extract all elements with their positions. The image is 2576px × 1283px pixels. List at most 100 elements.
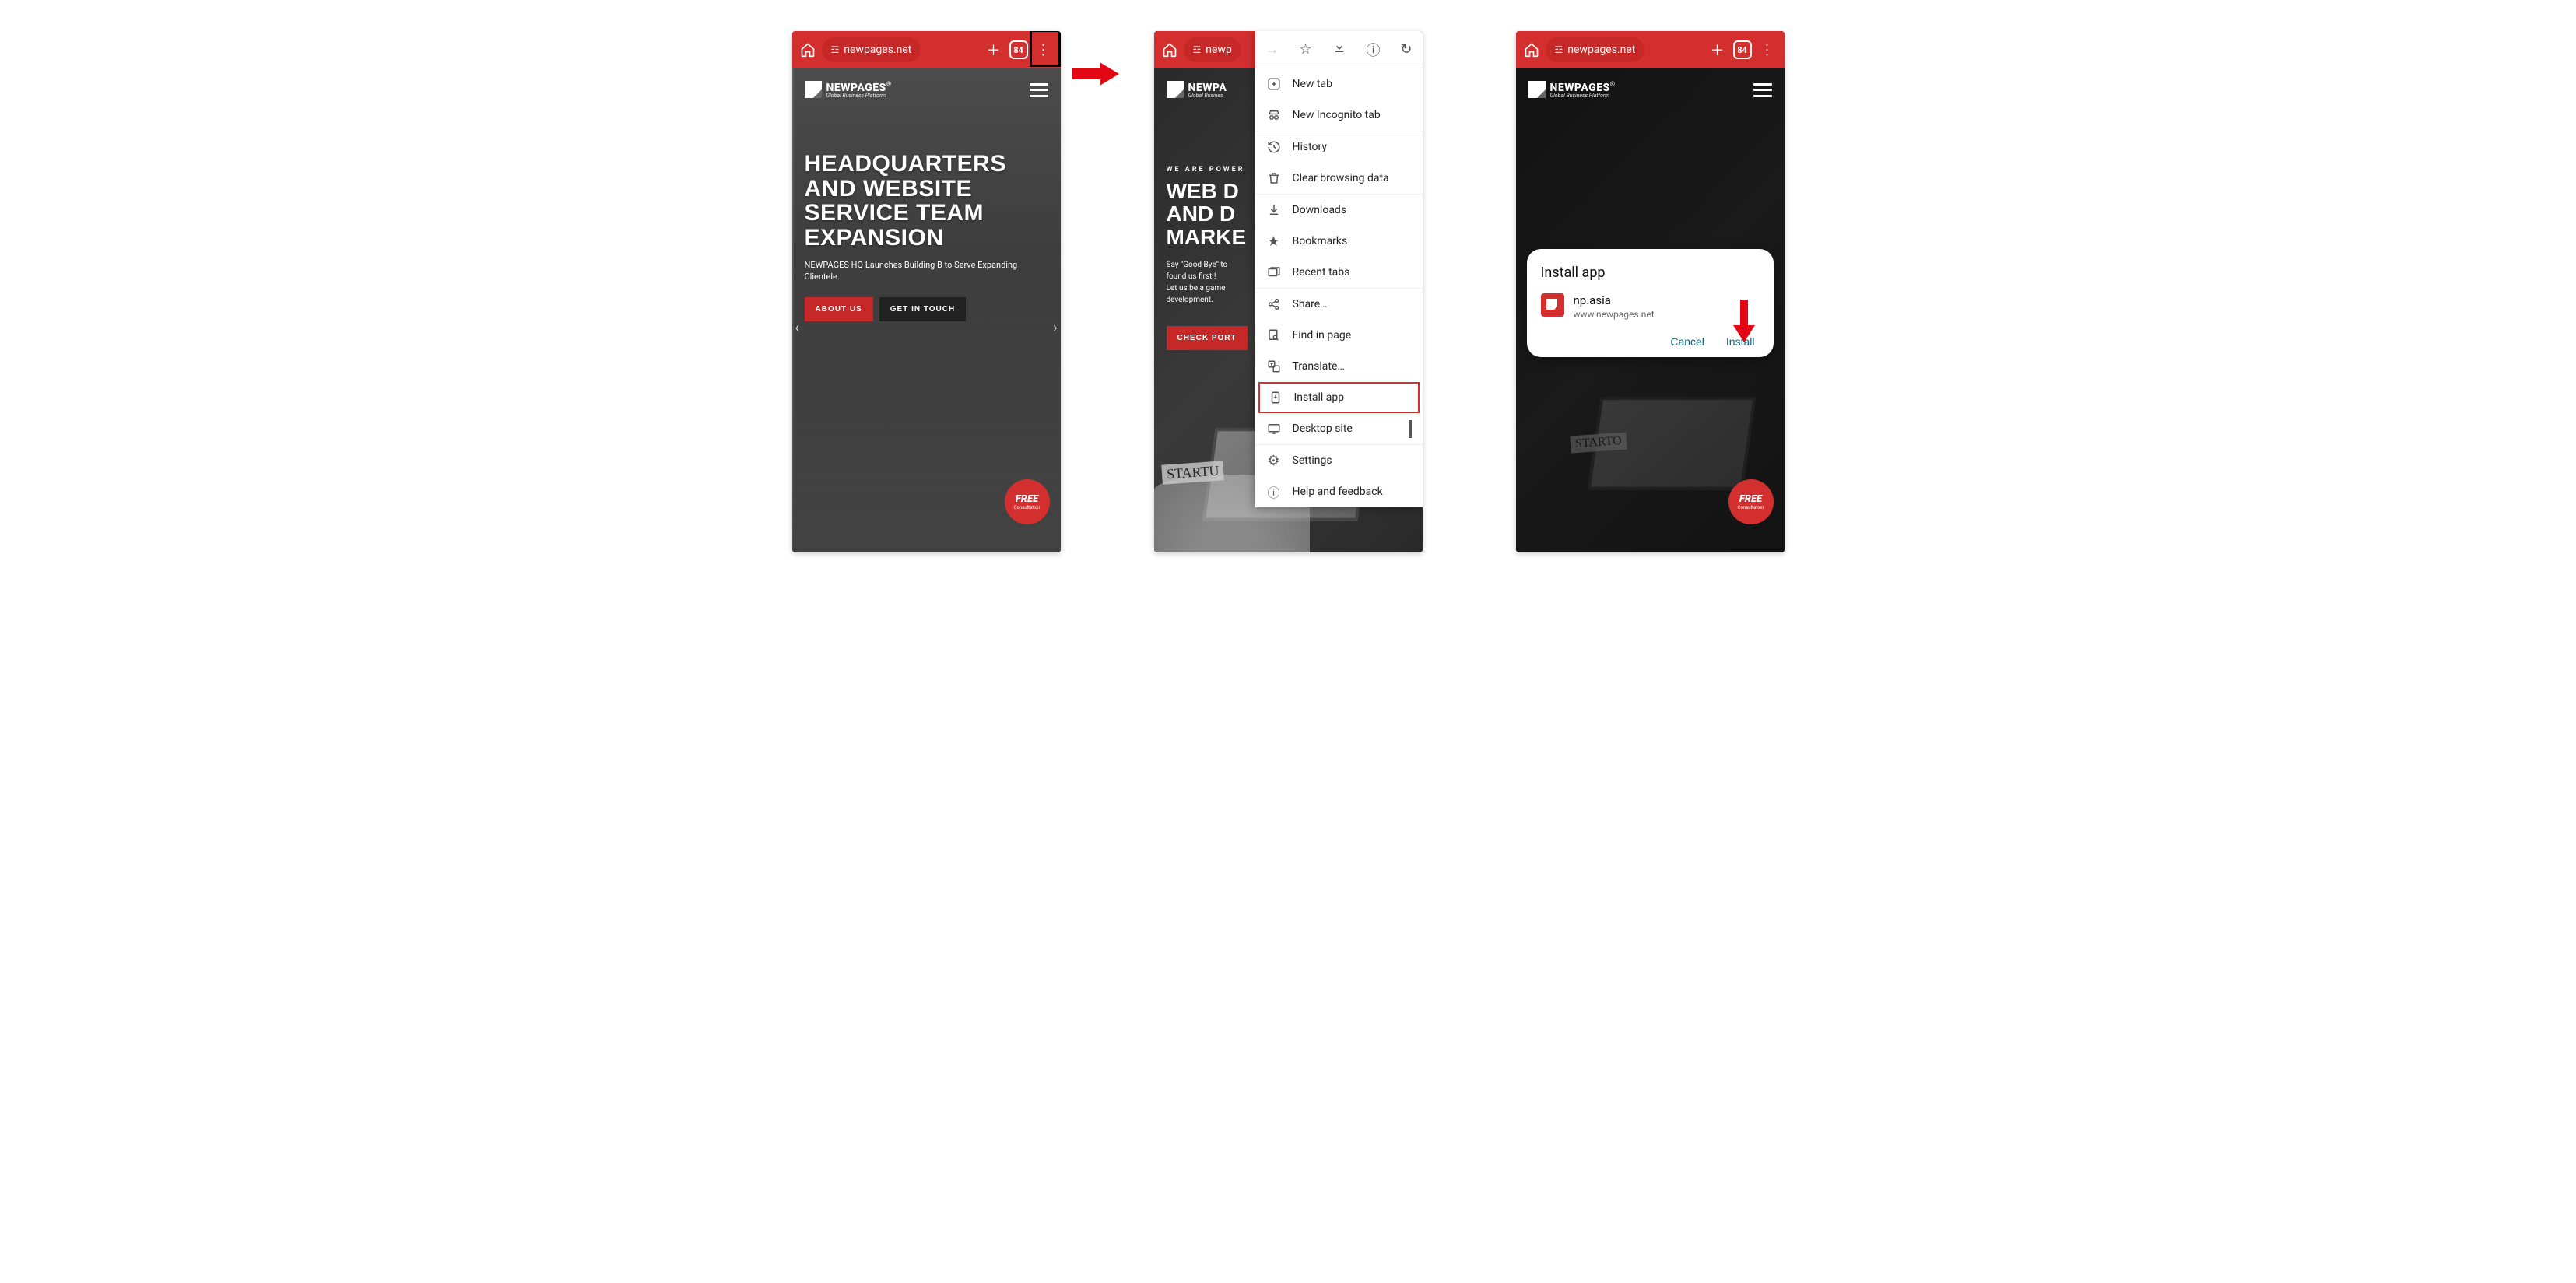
plus-square-icon bbox=[1266, 76, 1282, 92]
free-consultation-badge[interactable]: FREE Consultation bbox=[1005, 479, 1050, 524]
menu-item-help-and-feedback[interactable]: ⓘHelp and feedback bbox=[1255, 476, 1423, 507]
info-icon[interactable]: ⓘ bbox=[1366, 40, 1380, 60]
url-text: newpages.net bbox=[844, 44, 911, 56]
share-icon bbox=[1266, 296, 1282, 312]
menu-item-label: Settings bbox=[1293, 454, 1332, 467]
hero-subtitle: NEWPAGES HQ Launches Building B to Serve… bbox=[805, 259, 1048, 283]
menu-item-downloads[interactable]: Downloads bbox=[1255, 195, 1423, 226]
menu-item-desktop-site[interactable]: Desktop site bbox=[1255, 413, 1423, 445]
hero-title: HEADQUARTERS AND WEBSITE SERVICE TEAM EX… bbox=[805, 152, 1048, 250]
new-tab-icon[interactable]: ＋ bbox=[1707, 39, 1728, 61]
menu-item-find-in-page[interactable]: Find in page bbox=[1255, 320, 1423, 351]
download-page-icon[interactable] bbox=[1332, 40, 1346, 58]
home-icon[interactable] bbox=[1160, 40, 1179, 59]
logo-tagline: Global Busines bbox=[1188, 93, 1227, 99]
menu-item-label: Recent tabs bbox=[1293, 266, 1350, 279]
free-text: FREE bbox=[1016, 493, 1038, 505]
menu-item-clear-browsing-data[interactable]: Clear browsing data bbox=[1255, 163, 1423, 195]
desktop-site-checkbox[interactable] bbox=[1409, 422, 1412, 436]
instruction-arrow-icon bbox=[1072, 58, 1119, 89]
logo-mark-icon bbox=[1528, 81, 1546, 98]
home-icon[interactable] bbox=[798, 40, 817, 59]
carousel-next-icon[interactable]: › bbox=[1053, 320, 1057, 336]
menu-item-settings[interactable]: ⚙ Settings bbox=[1255, 445, 1423, 476]
carousel-prev-icon[interactable]: ‹ bbox=[795, 320, 799, 336]
url-bar[interactable]: ☲ newpages.net bbox=[1546, 37, 1645, 62]
menu-item-label: Clear browsing data bbox=[1293, 172, 1389, 184]
hamburger-menu-icon[interactable] bbox=[1030, 83, 1048, 97]
site-settings-icon: ☲ bbox=[831, 44, 840, 55]
translate-icon bbox=[1266, 359, 1282, 374]
url-bar[interactable]: ☲ newpages.net bbox=[822, 37, 921, 62]
menu-top-actions: → ☆ ⓘ ↻ bbox=[1255, 31, 1423, 68]
phone-frame: ☲ newpages.net ＋ 84 ⋮ NEWPAGES® Global B… bbox=[792, 31, 1061, 552]
site-logo[interactable]: NEWPAGES® Global Business Platform bbox=[805, 81, 892, 99]
home-icon[interactable] bbox=[1522, 40, 1541, 59]
overflow-menu-icon[interactable]: ⋮ bbox=[1757, 39, 1778, 61]
app-url: www.newpages.net bbox=[1574, 309, 1655, 320]
menu-item-recent-tabs[interactable]: Recent tabs bbox=[1255, 257, 1423, 289]
menu-item-label: New Incognito tab bbox=[1293, 109, 1381, 121]
menu-item-new-incognito-tab[interactable]: New Incognito tab bbox=[1255, 100, 1423, 131]
laptop-graphic bbox=[1587, 397, 1756, 490]
consult-text: Consultation bbox=[1738, 505, 1764, 510]
forward-icon[interactable]: → bbox=[1265, 41, 1279, 58]
menu-item-label: History bbox=[1293, 141, 1328, 153]
menu-item-label: Bookmarks bbox=[1293, 235, 1348, 247]
chrome-overflow-menu: → ☆ ⓘ ↻ New tab New Incognito tab History C… bbox=[1255, 31, 1423, 507]
menu-item-label: Find in page bbox=[1293, 329, 1352, 342]
logo-mark-icon bbox=[805, 81, 822, 98]
phone-frame: ☲ newpages.net ＋ 84 ⋮ NEWPAGES® Global B… bbox=[1516, 31, 1785, 552]
recent-icon bbox=[1266, 265, 1282, 280]
screen-1: ☲ newpages.net ＋ 84 ⋮ NEWPAGES® Global B… bbox=[792, 31, 1061, 552]
logo-mark-icon bbox=[1167, 81, 1184, 98]
logo-tagline: Global Business Platform bbox=[1550, 93, 1616, 99]
site-logo[interactable]: NEWPA Global Busines bbox=[1167, 81, 1227, 99]
phone-frame: ☲ newp NEWPA Global Busines WE ARE POWER bbox=[1154, 31, 1423, 552]
logo-tagline: Global Business Platform bbox=[826, 93, 892, 99]
screen-3: ☲ newpages.net ＋ 84 ⋮ NEWPAGES® Global B… bbox=[1516, 31, 1785, 552]
hamburger-menu-icon[interactable] bbox=[1753, 83, 1772, 97]
cancel-button[interactable]: Cancel bbox=[1670, 335, 1704, 348]
menu-item-label: Install app bbox=[1294, 391, 1345, 404]
menu-item-share[interactable]: Share… bbox=[1255, 289, 1423, 320]
instruction-arrow-icon bbox=[1733, 300, 1755, 342]
free-text: FREE bbox=[1739, 493, 1762, 505]
menu-item-install-app[interactable]: Install app bbox=[1258, 382, 1420, 413]
menu-item-bookmarks[interactable]: ★ Bookmarks bbox=[1255, 226, 1423, 257]
reload-icon[interactable]: ↻ bbox=[1400, 41, 1412, 58]
get-in-touch-button[interactable]: GET IN TOUCH bbox=[879, 297, 966, 321]
find-icon bbox=[1266, 328, 1282, 343]
app-name: np.asia bbox=[1574, 293, 1655, 307]
menu-item-label: New tab bbox=[1293, 78, 1332, 90]
check-portfolio-button[interactable]: CHECK PORT bbox=[1167, 326, 1248, 350]
menu-item-label: Translate… bbox=[1293, 360, 1345, 373]
logo-reg: ® bbox=[1610, 81, 1615, 88]
new-tab-icon[interactable]: ＋ bbox=[983, 39, 1005, 61]
history-icon bbox=[1266, 139, 1282, 155]
menu-item-translate[interactable]: Translate… bbox=[1255, 351, 1423, 382]
about-us-button[interactable]: ABOUT US bbox=[805, 297, 873, 321]
tab-count-button[interactable]: 84 bbox=[1733, 40, 1752, 59]
menu-item-new-tab[interactable]: New tab bbox=[1255, 68, 1423, 100]
startup-text: STARTO bbox=[1570, 433, 1627, 454]
gear-icon: ⚙ bbox=[1266, 453, 1282, 468]
chrome-toolbar: ☲ newpages.net ＋ 84 ⋮ bbox=[792, 31, 1061, 68]
star-icon: ★ bbox=[1266, 233, 1282, 249]
site-settings-icon: ☲ bbox=[1555, 44, 1563, 55]
star-icon[interactable]: ☆ bbox=[1299, 41, 1311, 58]
incognito-icon bbox=[1266, 107, 1282, 123]
menu-item-label: Desktop site bbox=[1293, 422, 1353, 435]
install-icon bbox=[1268, 390, 1283, 405]
url-bar[interactable]: ☲ newp bbox=[1184, 37, 1241, 62]
chrome-toolbar: ☲ newpages.net ＋ 84 ⋮ bbox=[1516, 31, 1785, 68]
menu-item-history[interactable]: History bbox=[1255, 131, 1423, 163]
tab-count-button[interactable]: 84 bbox=[1009, 40, 1028, 59]
overflow-menu-icon[interactable]: ⋮ bbox=[1033, 39, 1055, 61]
menu-item-label: Downloads bbox=[1293, 204, 1347, 216]
page-content: NEWPAGES® Global Business Platform HEADQ… bbox=[792, 68, 1061, 552]
download-icon bbox=[1266, 202, 1282, 218]
desktop-icon bbox=[1266, 421, 1282, 436]
free-consultation-badge[interactable]: FREE Consultation bbox=[1728, 479, 1774, 524]
site-logo[interactable]: NEWPAGES® Global Business Platform bbox=[1528, 81, 1616, 99]
